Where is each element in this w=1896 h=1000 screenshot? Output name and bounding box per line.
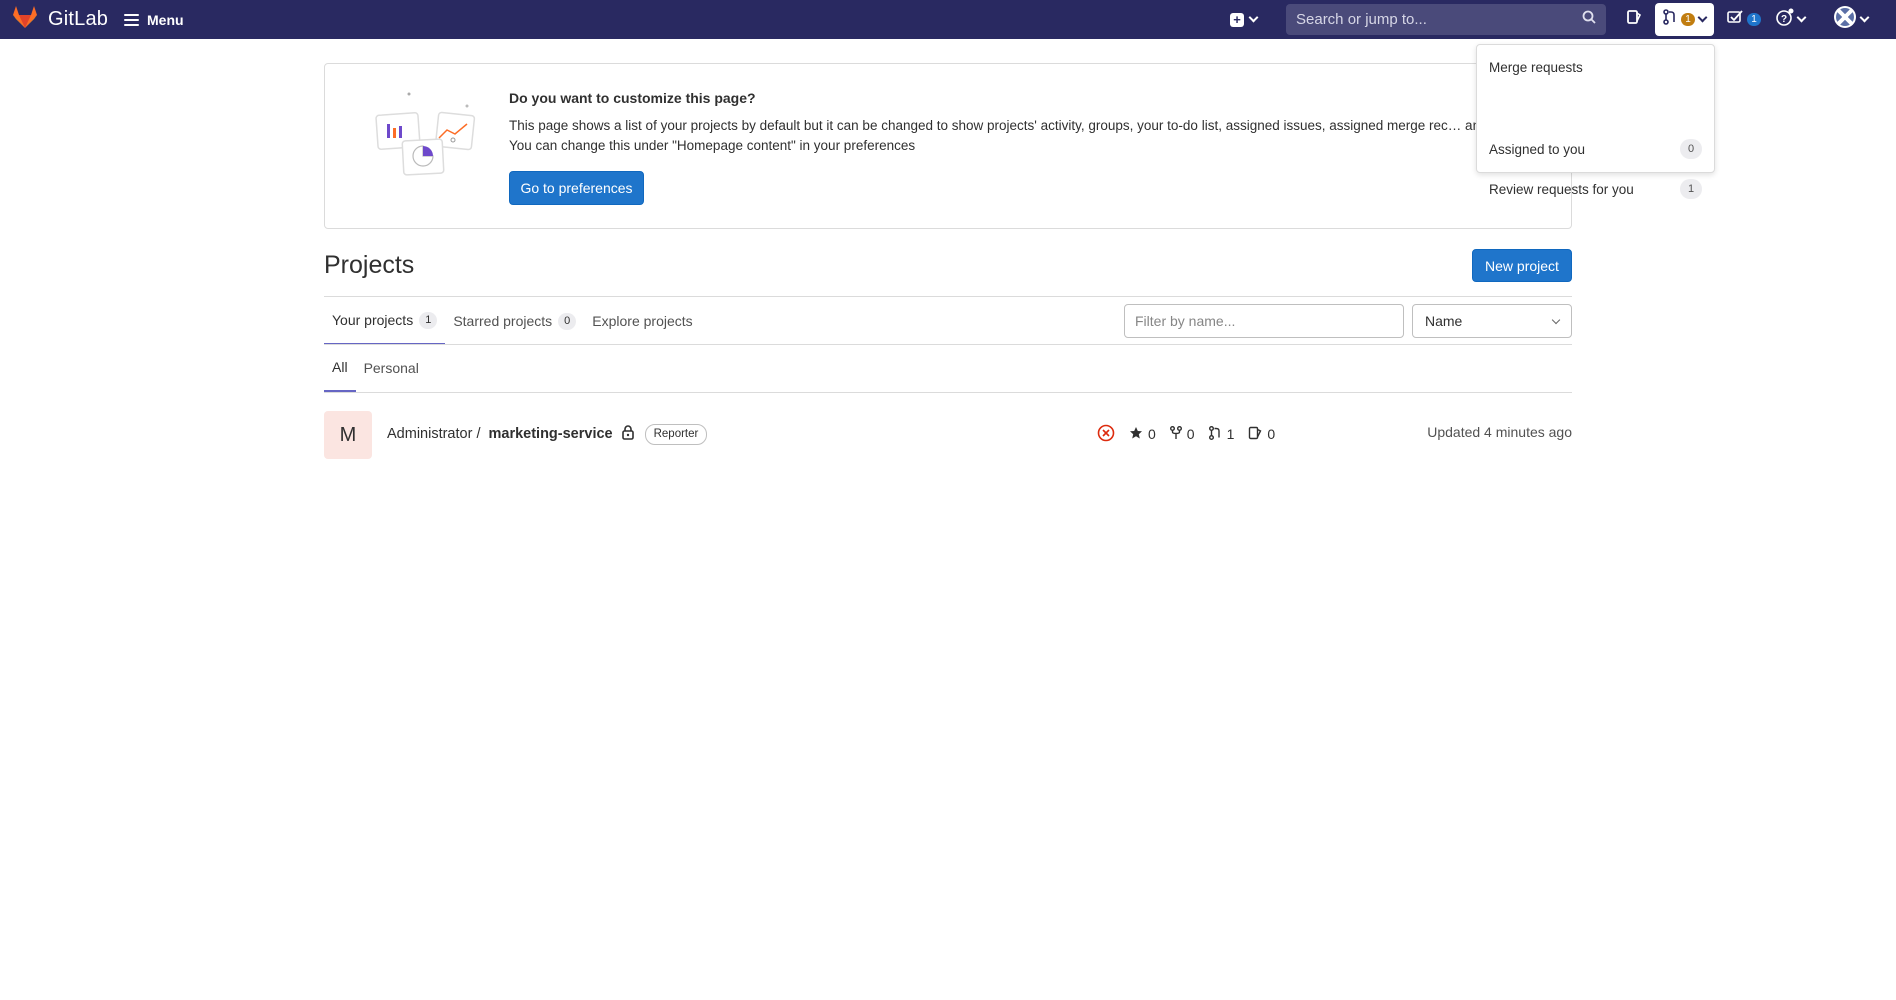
tab-explore-projects[interactable]: Explore projects [584,297,700,345]
new-project-button[interactable]: New project [1472,249,1572,282]
merge-requests-dropdown: Merge requests Assigned to you 0 Review … [1476,44,1715,199]
tab-label: Starred projects [453,313,553,329]
project-title-link[interactable]: Administrator / marketing-service Report… [387,423,708,445]
svg-text:?: ? [1780,14,1786,25]
menu-button[interactable]: Menu [124,0,184,39]
chevron-down-icon [1796,12,1806,23]
dropdown-item-label: Review requests for you [1489,181,1634,197]
merge-request-icon [1663,9,1677,30]
project-avatar[interactable]: M [324,411,372,459]
updated-timestamp: Updated 4 minutes ago [1427,424,1572,440]
issues-icon [1248,426,1262,443]
chevron-down-icon [1551,315,1561,324]
issues-button[interactable] [1622,7,1646,32]
merge-requests-count-badge: 1 [1681,13,1695,26]
tab-your-projects[interactable]: Your projects 1 [324,297,446,345]
dropdown-header: Merge requests [1489,60,1583,75]
issues-stat[interactable]: 0 [1248,426,1275,443]
divider [324,392,1572,393]
search-placeholder: Search or jump to... [1296,11,1427,28]
gitlab-logo-icon [12,5,38,34]
chevron-down-icon [1859,12,1869,23]
dropdown-item-count: 0 [1680,139,1702,159]
tab-starred-projects[interactable]: Starred projects 0 [445,297,584,345]
create-new-button[interactable]: + [1230,9,1259,30]
subtab-personal[interactable]: Personal [356,344,427,392]
dropdown-item-review-requests[interactable]: Review requests for you 1 [1477,172,1714,206]
go-to-preferences-button[interactable]: Go to preferences [509,171,644,205]
chevron-down-icon [1248,12,1259,23]
user-menu-button[interactable] [1828,5,1872,34]
callout-title: Do you want to customize this page? [509,90,756,106]
dropdown-item-count: 1 [1680,179,1702,199]
help-button[interactable]: ? [1772,7,1808,32]
gitlab-home-link[interactable]: GitLab [12,0,108,39]
project-stats: 0 0 1 0 [1097,423,1275,445]
projects-subtabs: All Personal [324,344,427,392]
filter-by-name-input[interactable] [1124,304,1404,338]
tab-count-badge: 1 [419,311,438,329]
tab-label: Your projects [332,312,414,328]
dropdown-item-label: Assigned to you [1489,141,1586,157]
sort-dropdown[interactable]: Name [1412,304,1572,338]
dropdown-item-assigned[interactable]: Assigned to you 0 [1477,132,1714,166]
subtab-all[interactable]: All [324,344,356,392]
customize-homepage-callout: Do you want to customize this page? This… [324,63,1572,229]
menu-label: Menu [147,11,184,28]
issues-icon [1626,9,1642,30]
callout-body: This page shows a list of your projects … [509,118,1526,153]
top-navbar: GitLab Menu + Search or jump to... 1 1 ? [0,0,1896,39]
app-name: GitLab [48,8,109,30]
project-name: marketing-service [488,426,613,442]
hamburger-icon [124,13,139,26]
role-badge: Reporter [644,423,708,445]
todos-button[interactable]: 1 [1727,7,1761,32]
sort-selected-value: Name [1425,313,1463,329]
divider [324,344,1572,345]
merge-requests-count: 1 [1226,426,1235,442]
merge-requests-button[interactable]: 1 [1655,3,1714,36]
chevron-down-icon [1697,12,1708,23]
project-namespace: Administrator / [387,426,481,442]
fork-icon [1169,425,1182,443]
todo-icon [1727,10,1743,29]
merge-request-icon [1208,425,1222,443]
pipeline-failed-icon[interactable] [1097,424,1115,445]
search-icon [1582,10,1596,29]
page-title: Projects [324,251,415,279]
lock-icon [621,424,635,444]
tab-label: Explore projects [592,313,693,329]
star-icon [1129,426,1143,443]
todos-count-badge: 1 [1747,13,1761,26]
forks-count: 0 [1186,426,1195,442]
issues-count: 0 [1267,426,1276,442]
search-input[interactable]: Search or jump to... [1286,4,1606,35]
user-avatar-icon [1833,5,1857,34]
tab-count-badge: 0 [558,312,577,330]
merge-requests-stat[interactable]: 1 [1208,425,1235,443]
help-icon: ? [1775,8,1794,31]
customize-illustration [369,88,479,178]
stars-count: 0 [1148,426,1156,442]
stars-stat[interactable]: 0 [1129,426,1156,443]
forks-stat[interactable]: 0 [1169,425,1195,443]
plus-square-icon: + [1230,12,1244,27]
projects-tabs: Your projects 1 Starred projects 0 Explo… [324,297,701,345]
